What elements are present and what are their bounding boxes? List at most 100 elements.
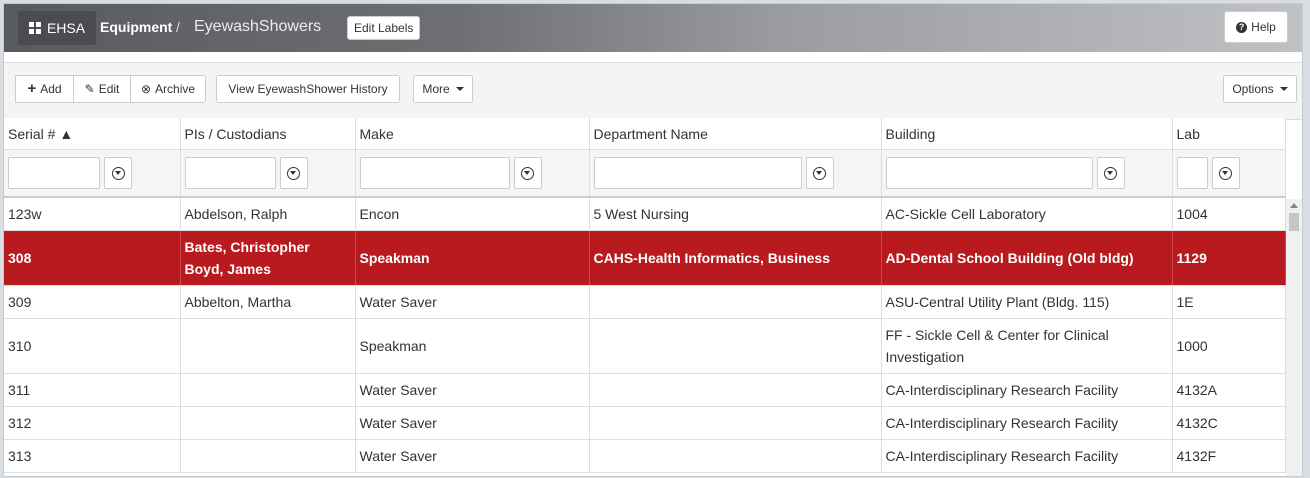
- cell-make: Water Saver: [355, 439, 590, 473]
- brand-button[interactable]: EHSA: [18, 11, 96, 45]
- filter-icon: [1219, 166, 1232, 180]
- cell-custodians: [180, 406, 356, 440]
- cell-custodians: [180, 439, 356, 473]
- table-row[interactable]: 311 Water Saver CA-Interdisciplinary Resea…: [4, 373, 1286, 407]
- cell-lab: 1004: [1172, 197, 1286, 231]
- cell-serial: 312: [4, 406, 181, 440]
- cell-make: Water Saver: [355, 373, 590, 407]
- cell-building: FF - Sickle Cell & Center for Clinical I…: [881, 318, 1173, 374]
- vertical-scrollbar[interactable]: [1286, 199, 1302, 476]
- brand-label: EHSA: [46, 20, 86, 36]
- building-filter-input[interactable]: [885, 157, 1093, 189]
- lab-filter-input[interactable]: [1176, 157, 1208, 189]
- scroll-up-icon[interactable]: [1290, 203, 1298, 208]
- cell-lab: 1000: [1172, 318, 1286, 374]
- building-filter-button[interactable]: [1096, 157, 1125, 189]
- edit-labels-button[interactable]: Edit Labels: [347, 16, 421, 40]
- filter-icon: [1104, 166, 1117, 180]
- cell-department: 5 West Nursing: [589, 197, 882, 231]
- view-history-button[interactable]: View EyewashShower History: [216, 75, 400, 103]
- cell-make: Water Saver: [355, 406, 590, 440]
- cell-lab: 4132A: [1172, 373, 1286, 407]
- question-circle-icon: ?: [1236, 21, 1248, 33]
- help-label: Help: [1251, 20, 1276, 34]
- make-filter-input[interactable]: [359, 157, 510, 189]
- cell-serial: 313: [4, 439, 181, 473]
- cell-department: [589, 373, 882, 407]
- cell-department: [589, 439, 882, 473]
- cell-custodians: Abbelton, Martha: [180, 285, 356, 319]
- department-filter-button[interactable]: [805, 157, 834, 189]
- page-title: EyewashShowers: [194, 18, 322, 35]
- cell-custodians: Abdelson, Ralph: [180, 197, 356, 231]
- edit-button[interactable]: ✎ Edit: [73, 75, 131, 103]
- action-toolbar: + Add ✎ Edit ⊗ Archive View EyewashShowe…: [4, 62, 1302, 120]
- lab-filter-button[interactable]: [1211, 157, 1240, 189]
- make-filter-button[interactable]: [513, 157, 542, 189]
- cell-department: [589, 406, 882, 440]
- filter-row: [4, 149, 1286, 198]
- col-department[interactable]: Department Name: [589, 118, 882, 150]
- cell-make: Speakman: [355, 230, 590, 286]
- custodian-filter-button[interactable]: [279, 157, 308, 189]
- filter-icon: [813, 166, 826, 180]
- cell-make: Water Saver: [355, 285, 590, 319]
- options-dropdown[interactable]: Options: [1223, 75, 1297, 103]
- cell-serial: 310: [4, 318, 181, 374]
- table-row[interactable]: 313 Water Saver CA-Interdisciplinary Resea…: [4, 439, 1286, 473]
- col-building[interactable]: Building: [881, 118, 1173, 150]
- plus-icon: +: [27, 80, 37, 97]
- cell-lab: 4132C: [1172, 406, 1286, 440]
- cell-custodians: [180, 318, 356, 374]
- cell-lab: 1E: [1172, 285, 1286, 319]
- cell-department: CAHS-Health Informatics, Business: [589, 230, 882, 286]
- cell-make: Encon: [355, 197, 590, 231]
- cell-serial: 309: [4, 285, 181, 319]
- serial-filter-button[interactable]: [104, 157, 132, 189]
- pencil-icon: ✎: [84, 82, 95, 96]
- table-row[interactable]: 309 Abbelton, Martha Water Saver ASU-Centra…: [4, 285, 1286, 319]
- help-button[interactable]: ? Help: [1224, 11, 1288, 43]
- cell-custodians: [180, 373, 356, 407]
- table-row[interactable]: 310 Speakman FF - Sickle Cell & Center for…: [4, 318, 1286, 374]
- more-label: More: [422, 82, 450, 96]
- options-label: Options: [1232, 82, 1274, 96]
- cell-department: [589, 285, 882, 319]
- add-button[interactable]: + Add: [15, 75, 74, 103]
- col-make[interactable]: Make: [355, 118, 590, 150]
- table-row[interactable]: 123w Abdelson, Ralph Encon 5 West Nursing AC…: [4, 197, 1286, 231]
- archive-button[interactable]: ⊗ Archive: [130, 75, 206, 103]
- archive-label: Archive: [155, 82, 196, 96]
- cell-serial: 308: [4, 230, 181, 286]
- more-dropdown[interactable]: More: [413, 75, 473, 103]
- breadcrumb-equipment[interactable]: Equipment: [100, 19, 172, 35]
- table-row[interactable]: 308 Bates, Christopher Boyd, James Speakma…: [4, 230, 1286, 286]
- caret-down-icon: [1279, 87, 1288, 91]
- cell-building: CA-Interdisciplinary Research Facility: [881, 439, 1173, 473]
- cell-building: AC-Sickle Cell Laboratory: [881, 197, 1173, 231]
- filter-icon: [287, 166, 300, 180]
- cell-building: CA-Interdisciplinary Research Facility: [881, 373, 1173, 407]
- col-serial[interactable]: Serial # ▲: [4, 118, 181, 150]
- table-row[interactable]: 312 Water Saver CA-Interdisciplinary Resea…: [4, 406, 1286, 440]
- department-filter-input[interactable]: [593, 157, 802, 189]
- cell-lab: 1129: [1172, 230, 1286, 286]
- cell-building: CA-Interdisciplinary Research Facility: [881, 406, 1173, 440]
- cell-custodians: Bates, Christopher Boyd, James: [180, 230, 356, 286]
- caret-down-icon: [455, 87, 464, 91]
- edit-label: Edit: [98, 82, 120, 96]
- app-frame: EHSA Equipment / EyewashShowers Edit Lab…: [3, 3, 1303, 477]
- scroll-thumb[interactable]: [1289, 213, 1299, 231]
- grid-body: 123w Abdelson, Ralph Encon 5 West Nursing AC…: [4, 197, 1286, 473]
- custodian-filter-input[interactable]: [184, 157, 276, 189]
- col-custodians[interactable]: PIs / Custodians: [180, 118, 356, 150]
- cell-building: ASU-Central Utility Plant (Bldg. 115): [881, 285, 1173, 319]
- breadcrumb-separator: /: [176, 19, 180, 35]
- top-navbar: EHSA Equipment / EyewashShowers Edit Lab…: [4, 4, 1302, 52]
- filter-icon: [521, 166, 534, 180]
- col-lab[interactable]: Lab: [1172, 118, 1286, 150]
- cell-serial: 311: [4, 373, 181, 407]
- cell-department: [589, 318, 882, 374]
- serial-filter-input[interactable]: [8, 157, 100, 189]
- cell-lab: 4132F: [1172, 439, 1286, 473]
